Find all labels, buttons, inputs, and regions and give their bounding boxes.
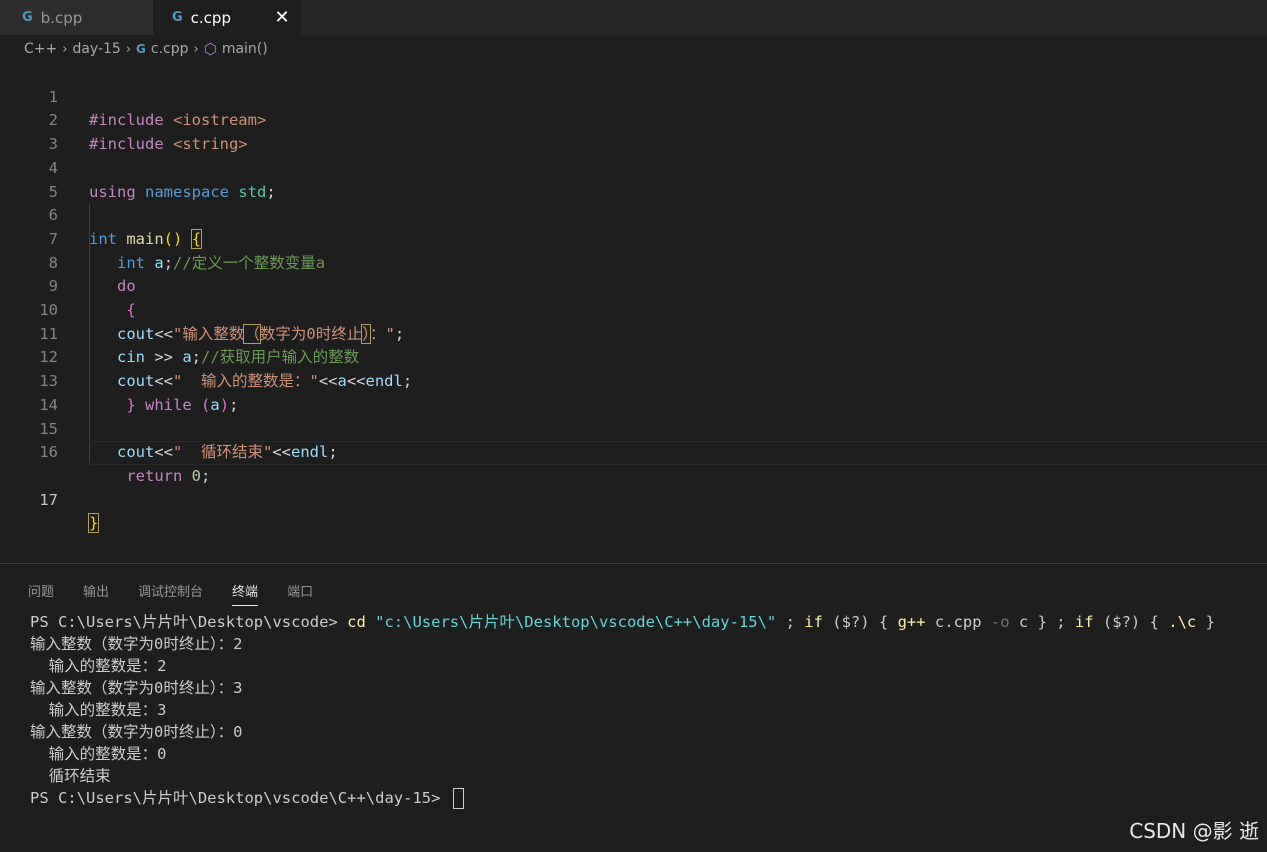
- tab-terminal[interactable]: 终端: [232, 573, 259, 606]
- code-token: }: [87, 513, 100, 534]
- terminal-token: -o: [990, 613, 1010, 631]
- code-line[interactable]: 5: [0, 157, 1267, 201]
- code-line[interactable]: 11 cin >> a;//获取用户输入的整数: [0, 299, 1267, 367]
- terminal-token: c } ;: [1009, 613, 1075, 631]
- terminal-prompt: PS C:\Users\片片叶\Desktop\vscode>: [30, 613, 348, 631]
- code-line[interactable]: 2 #include <string>: [0, 86, 1267, 153]
- close-icon[interactable]: ✕: [273, 7, 291, 28]
- terminal-output-line: 输入整数（数字为0时终止）：2: [30, 635, 243, 653]
- terminal-token: ($?) {: [1093, 613, 1169, 631]
- terminal-token: g++: [897, 613, 926, 631]
- code-editor[interactable]: 1 #include <iostream> 2 #include <string…: [0, 62, 1267, 562]
- breadcrumb-file[interactable]: c.cpp: [151, 41, 189, 57]
- tab-c-cpp[interactable]: G c.cpp ✕: [153, 0, 301, 35]
- terminal-command-line: PS C:\Users\片片叶\Desktop\vscode> cd "c:\U…: [30, 611, 1260, 633]
- code-line-current[interactable]: 17 }: [0, 441, 1267, 534]
- terminal-token: ($?) {: [822, 613, 898, 631]
- terminal-token: c.cpp: [925, 613, 991, 631]
- editor-tab-bar: G b.cpp G c.cpp ✕: [0, 0, 1267, 35]
- code-line[interactable]: 13 } while (a);: [0, 346, 1267, 414]
- terminal-token: "c:\Users\片片叶\Desktop\vscode\C++\day-15\…: [375, 613, 777, 631]
- breadcrumb-root[interactable]: C++: [24, 41, 57, 57]
- code-line[interactable]: 9 {: [0, 252, 1267, 319]
- tab-b-cpp[interactable]: G b.cpp: [0, 0, 153, 35]
- terminal-output-line: 输入整数（数字为0时终止）：3: [30, 679, 243, 697]
- breadcrumb: C++ › day-15 › G c.cpp › ⬡ main(): [0, 35, 1267, 63]
- code-token: 0: [191, 466, 202, 485]
- terminal-token: if: [1074, 613, 1094, 631]
- watermark: CSDN @影 逝: [1129, 819, 1259, 843]
- breadcrumb-folder[interactable]: day-15: [72, 41, 120, 57]
- code-line[interactable]: 14: [0, 370, 1267, 414]
- panel-divider: [0, 563, 1267, 564]
- method-cube-icon: ⬡: [203, 40, 217, 58]
- code-line[interactable]: 15 cout<<" 循环结束"<<endl;: [0, 394, 1267, 462]
- terminal[interactable]: PS C:\Users\片片叶\Desktop\vscode> cd "c:\U…: [30, 611, 1260, 809]
- breadcrumb-symbol[interactable]: main(): [222, 41, 268, 57]
- terminal-output-line: 输入整数（数字为0时终止）：0: [30, 723, 243, 741]
- terminal-output-line: 循环结束: [30, 767, 111, 785]
- terminal-output-line: 输入的整数是：3: [30, 701, 167, 719]
- tab-label: b.cpp: [40, 8, 83, 27]
- tab-output[interactable]: 输出: [83, 573, 109, 605]
- code-line[interactable]: 12 cout<<" 输入的整数是："<<a<<endl;: [0, 323, 1267, 390]
- code-line[interactable]: 7 int a;//定义一个整数变量a: [0, 204, 1267, 272]
- terminal-prompt-line[interactable]: PS C:\Users\片片叶\Desktop\vscode\C++\day-1…: [30, 787, 1260, 809]
- chevron-right-icon: ›: [125, 41, 132, 57]
- terminal-token: ;: [776, 613, 805, 631]
- terminal-token: .\c: [1168, 613, 1197, 631]
- terminal-prompt: PS C:\Users\片片叶\Desktop\vscode\C++\day-1…: [30, 789, 450, 807]
- code-line[interactable]: 8 do: [0, 228, 1267, 296]
- chevron-right-icon: ›: [62, 41, 68, 57]
- tab-label: c.cpp: [190, 8, 231, 27]
- chevron-right-icon: ›: [193, 41, 199, 57]
- terminal-token: }: [1196, 613, 1215, 631]
- code-token: ;: [201, 466, 211, 485]
- line-number: 17: [39, 490, 58, 509]
- terminal-cursor: [452, 788, 464, 809]
- terminal-output-line: 输入的整数是：2: [30, 657, 167, 675]
- code-line[interactable]: 3: [0, 109, 1267, 153]
- terminal-token: cd: [347, 613, 366, 631]
- cpp-file-icon: G: [172, 10, 183, 25]
- code-token: return: [126, 466, 183, 485]
- panel-tab-bar: 问题 输出 调试控制台 终端 端口: [28, 573, 342, 606]
- code-line[interactable]: 6 int main() {: [0, 181, 1267, 249]
- tab-problems[interactable]: 问题: [28, 573, 54, 605]
- tab-debug-console[interactable]: 调试控制台: [138, 573, 203, 605]
- code-line[interactable]: 16 return 0;: [0, 418, 1267, 485]
- code-line[interactable]: 10 cout<<"输入整数（数字为0时终止）：";: [0, 275, 1267, 344]
- code-line[interactable]: 4 using namespace std;: [0, 133, 1267, 201]
- tab-ports[interactable]: 端口: [287, 573, 313, 605]
- cpp-file-icon: G: [22, 10, 33, 25]
- current-line-highlight: [89, 441, 1267, 465]
- code-line[interactable]: 1 #include <iostream>: [0, 62, 1267, 130]
- cpp-file-icon: G: [136, 42, 146, 56]
- terminal-output-line: 输入的整数是：0: [30, 745, 167, 763]
- terminal-token: if: [804, 613, 823, 631]
